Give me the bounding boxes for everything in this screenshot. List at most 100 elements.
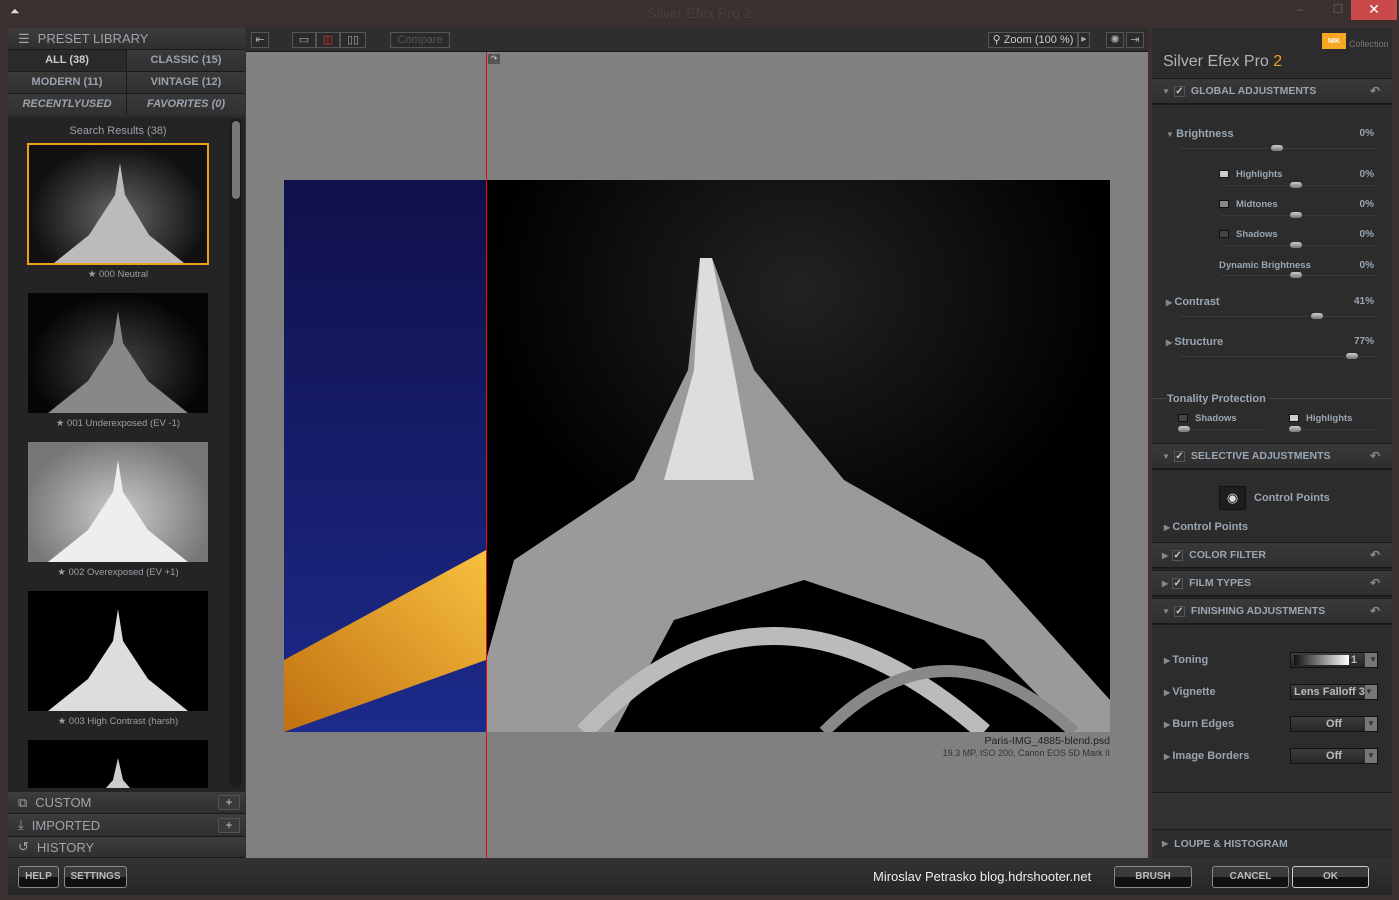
brightness-value: 0% [1359,128,1374,139]
search-results-label: Search Results (38) [69,125,167,137]
preset-thumbnail[interactable] [28,740,208,788]
midtones-slider[interactable] [1221,212,1375,218]
contrast-value: 41% [1353,296,1374,307]
image-canvas[interactable]: ↷ Paris-IMG_4885-blend.psd 19.3 MP, ISO … [246,52,1148,858]
preset-thumbnail[interactable] [28,442,208,562]
preset-scrollbar[interactable] [230,118,242,788]
structure-slider[interactable] [1179,353,1375,359]
tonality-shadows-label: Shadows [1178,413,1237,424]
vignette-dropdown[interactable]: Lens Falloff 3 ▼ [1290,684,1378,700]
undo-icon[interactable]: ↶ [1370,449,1380,463]
hide-presets-icon[interactable]: ⇤ [251,32,269,48]
preset-thumbnail[interactable] [28,591,208,711]
imported-section[interactable]: ⤓ IMPORTED + [8,814,245,837]
tab-all[interactable]: ALL (38) [8,50,126,71]
color-filter-checkbox[interactable]: ✓ [1172,549,1184,561]
custom-presets-icon: ⧉ [18,794,28,810]
contrast-slider[interactable] [1179,313,1375,319]
toning-label[interactable]: ▶ Toning [1164,654,1208,666]
history-icon: ↺ [18,839,29,854]
settings-button[interactable]: SETTINGS [64,866,127,888]
preset-thumbnail[interactable] [28,293,208,413]
brush-button[interactable]: BRUSH [1114,866,1192,888]
loupe-histogram-header[interactable]: ▶ LOUPE & HISTOGRAM [1152,830,1392,857]
add-imported-button[interactable]: + [218,818,240,833]
maximize-button[interactable]: ☐ [1328,0,1348,20]
compare-button[interactable]: Compare [390,32,450,48]
burn-edges-dropdown[interactable]: Off ▼ [1290,716,1378,732]
burn-edges-label[interactable]: ▶ Burn Edges [1164,718,1234,730]
preset-label: ★ 001 Underexposed (EV -1) [55,418,181,429]
dynamic-brightness-value: 0% [1359,260,1374,271]
split-view-icon[interactable]: ◫ [316,32,340,48]
tab-classic[interactable]: CLASSIC (15) [127,50,245,71]
brightness-label[interactable]: ▼ Brightness [1166,128,1234,140]
side-by-side-icon[interactable]: ▯▯ [340,32,366,48]
image-borders-dropdown[interactable]: Off ▼ [1290,748,1378,764]
import-icon: ⤓ [18,817,24,832]
image-borders-label[interactable]: ▶ Image Borders [1164,750,1249,762]
hide-controls-icon[interactable]: ⇥ [1126,32,1144,48]
tonality-highlights-label: Highlights [1289,413,1352,424]
slider-knob[interactable] [1346,353,1359,359]
zoom-button[interactable]: ⚲ Zoom (100 %) [988,32,1078,48]
title-bar: ⏶ Silver Efex Pro 2 – ☐ ✕ [0,0,1399,28]
preset-results: Search Results (38) ★ 000 Neutral ★ 001 … [8,118,245,792]
tab-modern[interactable]: MODERN (11) [8,72,126,93]
history-section[interactable]: ↺ HISTORY [8,837,245,858]
undo-icon[interactable]: ↶ [1370,604,1380,618]
undo-icon[interactable]: ↶ [1370,548,1380,562]
preset-thumbnail[interactable] [27,143,209,265]
vignette-label[interactable]: ▶ Vignette [1164,686,1216,698]
finishing-adjustments-header[interactable]: ▼ ✓ FINISHING ADJUSTMENTS ↶ [1152,598,1392,625]
structure-label[interactable]: ▶ Structure [1166,336,1223,348]
tab-favorites[interactable]: FAVORITES (0) [127,94,245,115]
ok-button[interactable]: OK [1292,866,1369,888]
finishing-checkbox[interactable]: ✓ [1173,605,1185,617]
brightness-slider[interactable] [1179,145,1375,151]
slider-knob[interactable] [1271,145,1283,151]
contrast-label[interactable]: ▶ Contrast [1166,296,1220,308]
undo-icon[interactable]: ↶ [1370,84,1380,98]
preset-label: ★ 000 Neutral [87,269,149,280]
scrollbar-thumb[interactable] [232,121,240,199]
split-divider[interactable] [486,52,487,858]
tab-recently-used[interactable]: RECENTLYUSED [8,94,126,115]
selective-adjustments-header[interactable]: ▼ ✓ SELECTIVE ADJUSTMENTS ↶ [1152,443,1392,470]
swap-split-icon[interactable]: ↷ [488,54,500,64]
highlights-slider[interactable] [1221,182,1375,188]
close-button[interactable]: ✕ [1351,0,1397,20]
custom-section[interactable]: ⧉ CUSTOM + [8,792,245,814]
color-filter-header[interactable]: ▶ ✓ COLOR FILTER ↶ [1152,542,1392,569]
film-types-header[interactable]: ▶ ✓ FILM TYPES ↶ [1152,570,1392,597]
add-custom-button[interactable]: + [218,795,240,810]
tab-vintage[interactable]: VINTAGE (12) [127,72,245,93]
preset-library-header[interactable]: ☰ PRESET LIBRARY [8,28,245,50]
image-filename: Paris-IMG_4885-blend.psd [984,735,1110,747]
slider-knob[interactable] [1311,313,1324,319]
preset-label: ★ 002 Overexposed (EV +1) [57,567,179,578]
empty-area [1152,792,1392,830]
control-points-list[interactable]: ▶ Control Points [1164,521,1253,533]
background-light-icon[interactable]: ✺ [1106,32,1124,48]
global-adjustments-header[interactable]: ▼ ✓ GLOBAL ADJUSTMENTS ↶ [1152,78,1392,105]
shadows-slider[interactable] [1221,242,1375,248]
global-checkbox[interactable]: ✓ [1173,85,1185,97]
tonality-shadows-slider[interactable] [1178,426,1263,432]
minimize-button[interactable]: – [1290,0,1310,20]
toning-dropdown[interactable]: 1 ▼ [1290,652,1378,668]
single-view-icon[interactable]: ▭ [292,32,316,48]
dynamic-brightness-slider[interactable] [1221,272,1375,278]
add-control-point-button[interactable]: ◉ [1219,486,1246,510]
shadows-value: 0% [1359,229,1374,240]
tonality-highlights-slider[interactable] [1289,426,1374,432]
help-button[interactable]: HELP [18,866,59,888]
chevron-down-icon: ▼ [1365,685,1377,699]
undo-icon[interactable]: ↶ [1370,576,1380,590]
selective-checkbox[interactable]: ✓ [1173,450,1185,462]
zoom-arrow-icon[interactable]: ▶ [1078,32,1090,48]
cancel-button[interactable]: CANCEL [1212,866,1289,888]
list-icon: ☰ [18,30,30,46]
zoom-label: Zoom (100 %) [1003,34,1074,46]
film-types-checkbox[interactable]: ✓ [1172,577,1184,589]
